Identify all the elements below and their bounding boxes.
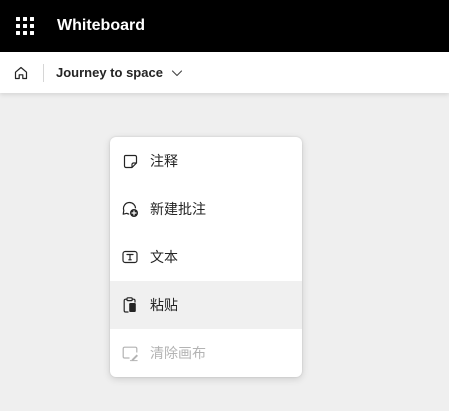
clear-canvas-icon	[121, 344, 139, 362]
menu-item-label: 文本	[150, 250, 178, 266]
divider	[43, 63, 44, 82]
app-header: Whiteboard	[0, 0, 449, 52]
menu-item-label: 新建批注	[150, 202, 206, 218]
menu-item-clear-canvas: 清除画布	[110, 329, 302, 377]
app-launcher-icon[interactable]	[16, 17, 34, 35]
app-title: Whiteboard	[57, 17, 145, 34]
add-comment-icon	[121, 200, 139, 218]
clipboard-paste-icon	[121, 296, 139, 314]
menu-item-paste[interactable]: 粘贴	[110, 281, 302, 329]
menu-item-note[interactable]: 注释	[110, 137, 302, 185]
context-menu: 注释 新建批注 文本 粘贴 清除画布	[110, 137, 302, 377]
menu-item-label: 粘贴	[150, 298, 178, 314]
home-icon[interactable]	[11, 63, 31, 83]
chevron-down-icon[interactable]	[171, 67, 183, 79]
menu-item-text[interactable]: 文本	[110, 233, 302, 281]
menu-item-label: 注释	[150, 154, 178, 170]
menu-item-label: 清除画布	[150, 346, 206, 362]
sticky-note-icon	[121, 152, 139, 170]
menu-item-new-comment[interactable]: 新建批注	[110, 185, 302, 233]
text-box-icon	[121, 248, 139, 266]
document-bar: Journey to space	[0, 52, 449, 93]
document-title[interactable]: Journey to space	[56, 65, 163, 80]
